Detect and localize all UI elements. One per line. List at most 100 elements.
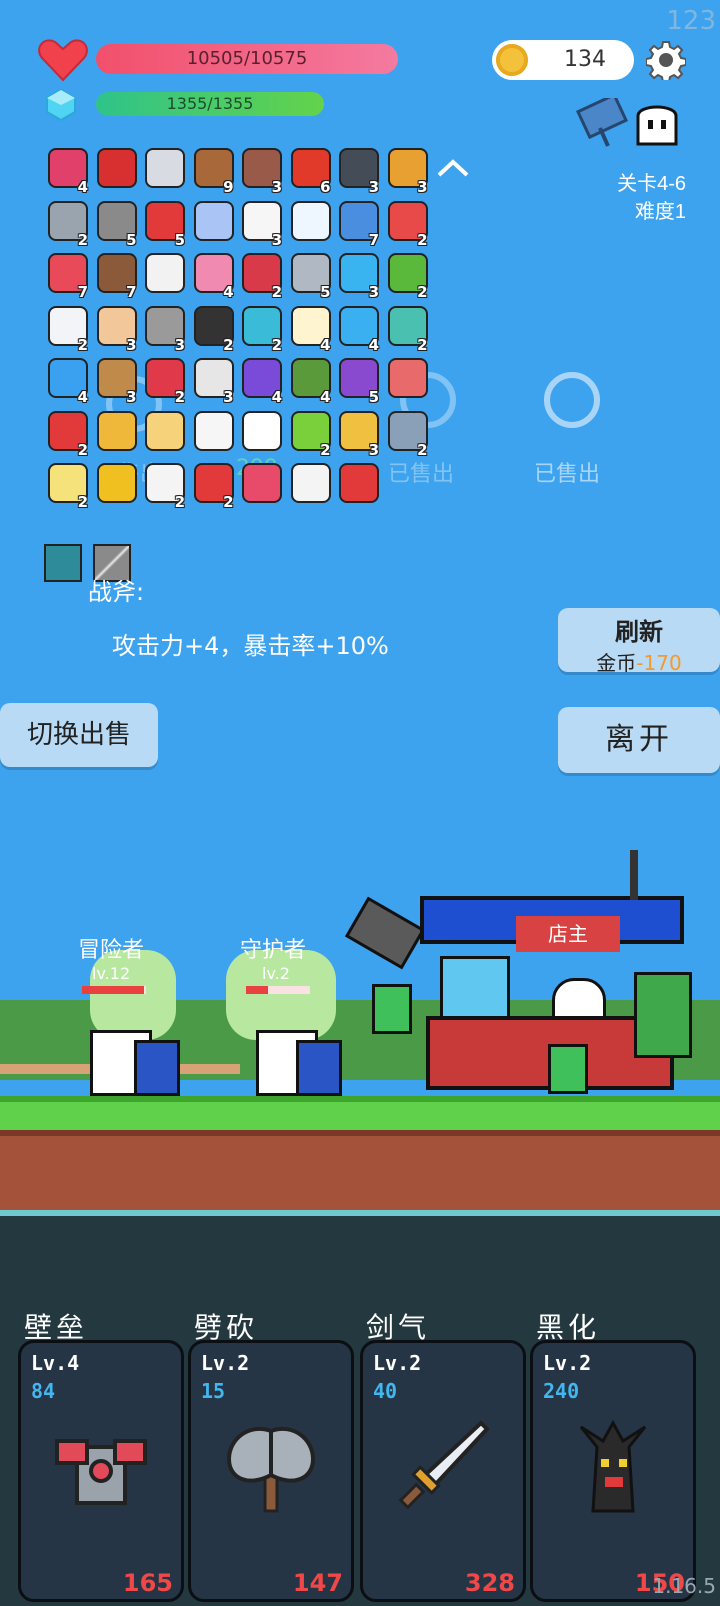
skill-card-body[interactable]: Lv.2 15 147 (188, 1340, 354, 1602)
gear-icon[interactable] (646, 40, 686, 80)
inventory-slot[interactable]: 2 (384, 409, 428, 459)
refresh-button[interactable]: 刷新 金币-170 (558, 608, 720, 675)
skill-level: Lv.2 (543, 1351, 592, 1375)
skill-cost: 15 (201, 1379, 226, 1403)
inventory-slot[interactable]: 6 (287, 146, 331, 196)
skill-card-chop[interactable]: 劈砍 Lv.2 15 147 (188, 1306, 354, 1602)
refresh-label: 刷新 (615, 618, 663, 646)
inventory-slot[interactable]: 3 (141, 304, 185, 354)
adventurer-hp-fill (82, 986, 145, 994)
diamond-ring-icon (96, 410, 137, 451)
inventory-slot[interactable]: 3 (384, 146, 428, 196)
inventory-slot[interactable]: 2 (384, 304, 428, 354)
skill-level: Lv.2 (373, 1351, 422, 1375)
inventory-slot[interactable]: 9 (190, 146, 234, 196)
inventory-count: 4 (77, 178, 88, 196)
guardian-hp-bar (246, 986, 310, 994)
inventory-slot[interactable]: 2 (287, 409, 331, 459)
stall-window (440, 956, 510, 1022)
inventory-slot[interactable]: 3 (93, 304, 137, 354)
inventory-count: 2 (77, 335, 88, 354)
inventory-slot[interactable]: 2 (384, 251, 428, 301)
inventory-slot[interactable] (190, 199, 234, 243)
inventory-slot[interactable]: 3 (238, 199, 282, 249)
inventory-count: 4 (223, 283, 234, 301)
inventory-count: 7 (126, 283, 137, 301)
lightbulb-buff-icon[interactable] (44, 544, 82, 582)
inventory-slot[interactable]: 2 (141, 356, 185, 406)
inventory-count: 3 (271, 178, 282, 196)
inventory-slot[interactable]: 4 (335, 304, 379, 354)
grass-ground (0, 1096, 720, 1132)
skill-card-fortress[interactable]: 壁垒 Lv.4 84 165 (18, 1306, 184, 1602)
inventory-slot[interactable]: 2 (141, 461, 185, 511)
inventory-slot[interactable]: 3 (93, 356, 137, 406)
dark-tree-icon (579, 1419, 647, 1513)
inventory-slot[interactable] (384, 356, 428, 400)
adventurer-level: lv.12 (92, 964, 131, 983)
weather-icon (575, 98, 629, 147)
inventory-slot[interactable] (238, 461, 282, 505)
inventory-count: 2 (174, 493, 185, 511)
inventory-slot[interactable]: 4 (190, 251, 234, 301)
inventory-slot[interactable]: 4 (44, 356, 88, 406)
inventory-slot[interactable] (93, 461, 137, 505)
inventory-count: 3 (126, 335, 137, 354)
inventory-slot[interactable]: 5 (287, 251, 331, 301)
inventory-slot[interactable]: 2 (44, 409, 88, 459)
skill-card-body[interactable]: Lv.2 240 150 (530, 1340, 696, 1602)
inventory-slot[interactable]: 5 (141, 199, 185, 249)
mana-text: 1355/1355 (166, 94, 254, 113)
inventory-slot[interactable] (141, 409, 185, 453)
inventory-slot[interactable]: 4 (287, 304, 331, 354)
inventory-slot[interactable] (287, 199, 331, 243)
inventory-count: 3 (174, 335, 185, 354)
inventory-slot[interactable]: 2 (44, 199, 88, 249)
skill-card-body[interactable]: Lv.2 40 328 (360, 1340, 526, 1602)
inventory-slot[interactable]: 5 (335, 356, 379, 406)
inventory-slot[interactable]: 3 (190, 356, 234, 406)
inventory-slot[interactable]: 2 (190, 461, 234, 511)
inventory-slot[interactable] (93, 146, 137, 190)
coin-counter: 134 (492, 40, 634, 80)
inventory-slot[interactable] (141, 251, 185, 295)
switch-sell-button[interactable]: 切换出售 (0, 703, 158, 767)
inventory-slot[interactable] (238, 409, 282, 453)
sold-label-3: 已售出 (534, 462, 601, 487)
inventory-slot[interactable]: 2 (384, 199, 428, 249)
inventory-slot[interactable]: 5 (93, 199, 137, 249)
collapse-caret-icon[interactable] (436, 158, 470, 178)
sword-icon (145, 148, 185, 188)
skill-card-corruption[interactable]: 黑化 Lv.2 240 150 (530, 1306, 696, 1602)
inventory-slot[interactable]: 7 (44, 251, 88, 301)
skill-card-body[interactable]: Lv.4 84 165 (18, 1340, 184, 1602)
inventory-slot[interactable]: 2 (238, 251, 282, 301)
inventory-slot[interactable]: 2 (44, 461, 88, 511)
inventory-slot[interactable]: 7 (335, 199, 379, 249)
inventory-slot[interactable]: 3 (238, 146, 282, 196)
inventory-count: 3 (417, 178, 428, 196)
inventory-slot[interactable] (93, 409, 137, 453)
playing-cards-icon (145, 253, 185, 293)
inventory-slot[interactable]: 2 (238, 304, 282, 354)
inventory-slot[interactable]: 2 (190, 304, 234, 354)
inventory-slot[interactable]: 3 (335, 251, 379, 301)
inventory-slot[interactable]: 4 (287, 356, 331, 406)
inventory-slot[interactable]: 2 (44, 304, 88, 354)
inventory-slot[interactable] (141, 146, 185, 190)
inventory-slot[interactable] (287, 461, 331, 505)
steak-icon (387, 358, 428, 398)
inventory-slot[interactable] (190, 409, 234, 453)
inventory-slot[interactable] (335, 461, 379, 505)
inventory-slot[interactable]: 4 (44, 146, 88, 196)
leave-button[interactable]: 离开 (558, 707, 720, 773)
skill-card-sword-aura[interactable]: 剑气 Lv.2 40 328 (360, 1306, 526, 1602)
heart-icon (38, 39, 88, 82)
skill-price: 147 (292, 1569, 343, 1597)
inventory-slot[interactable]: 3 (335, 409, 379, 459)
ghost-icon (636, 105, 678, 146)
inventory-slot[interactable]: 4 (238, 356, 282, 406)
dice-icon (193, 410, 234, 451)
inventory-slot[interactable]: 3 (335, 146, 379, 196)
inventory-slot[interactable]: 7 (93, 251, 137, 301)
